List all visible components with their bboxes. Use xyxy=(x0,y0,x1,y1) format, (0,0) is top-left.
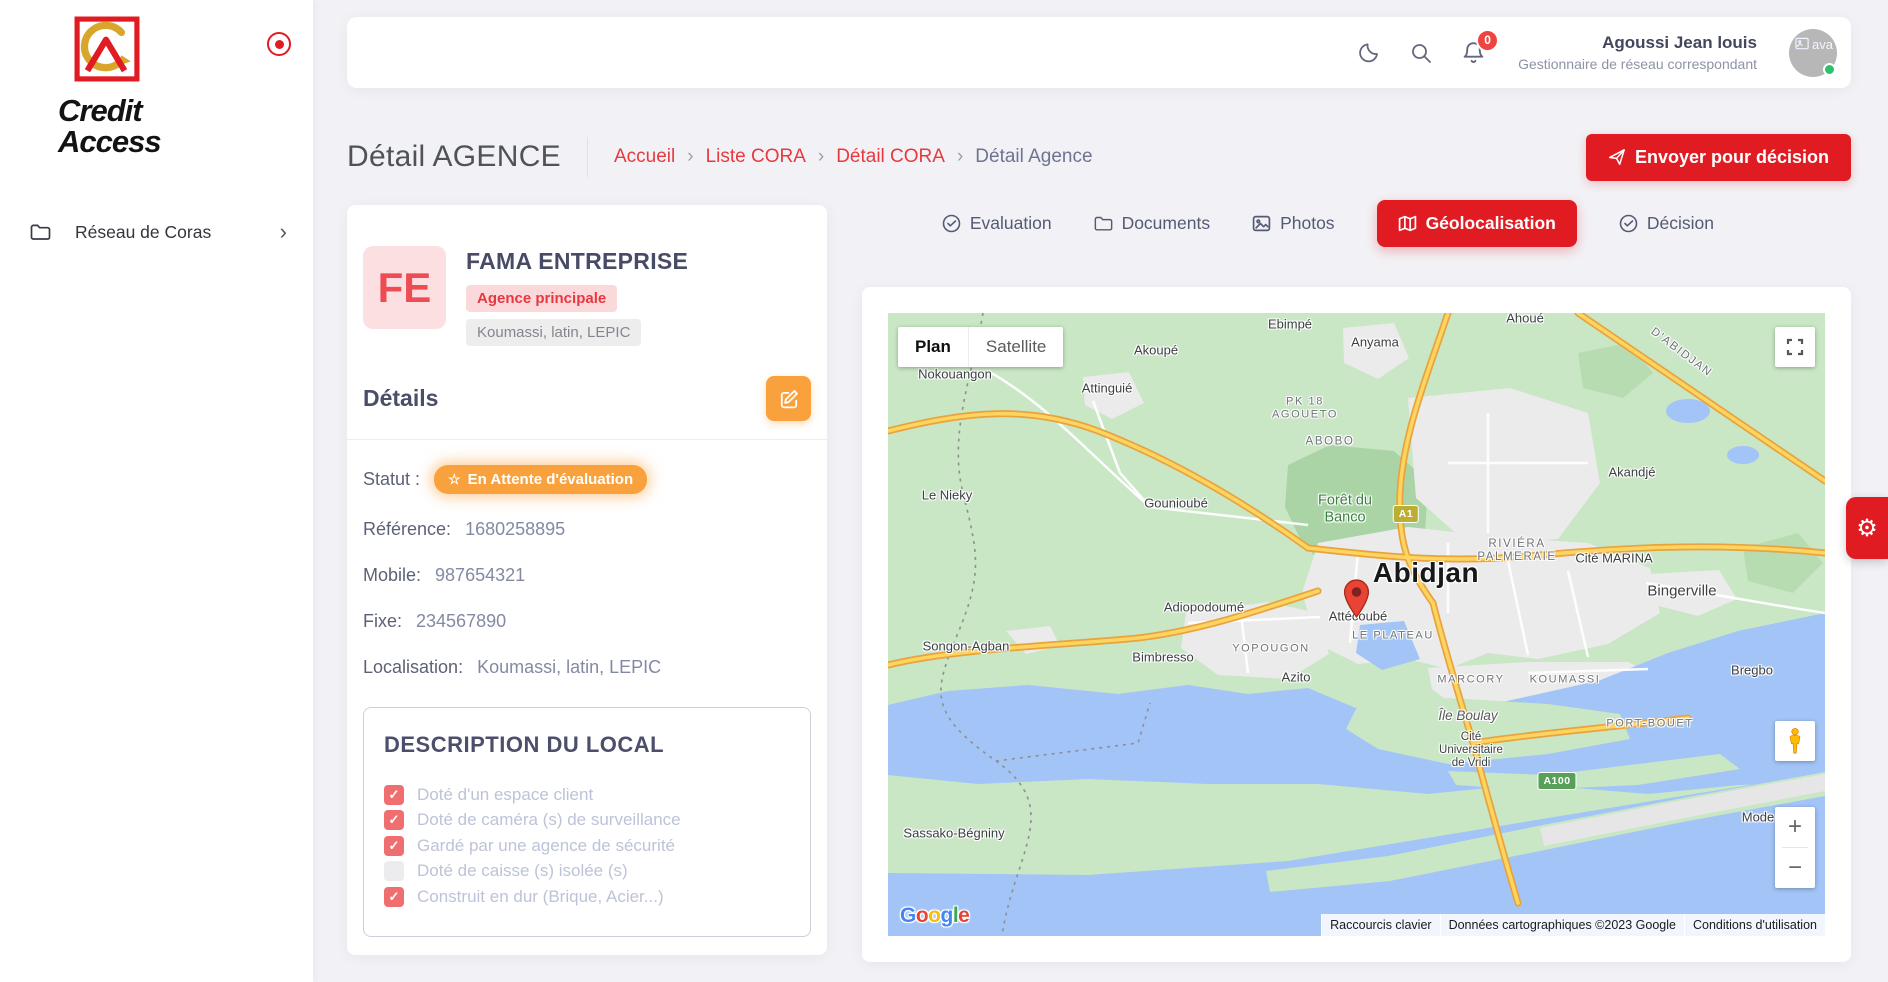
tab-documents[interactable]: Documents xyxy=(1094,213,1211,234)
fullscreen-icon xyxy=(1786,338,1804,356)
checkbox[interactable] xyxy=(384,785,404,805)
map-zoom-control: + − xyxy=(1775,807,1815,888)
field-reference: Référence: 1680258895 xyxy=(347,519,827,540)
main-area: 0 Agoussi Jean louis Gestionnaire de rés… xyxy=(313,0,1888,982)
page-title: Détail AGENCE xyxy=(347,140,561,174)
description-item: Doté de caisse (s) isolée (s) xyxy=(384,859,790,885)
agency-location-badge: Koumassi, latin, LEPIC xyxy=(466,319,641,346)
edit-pencil-icon xyxy=(779,389,799,409)
broken-image-icon xyxy=(1795,37,1810,51)
edit-button[interactable] xyxy=(766,376,811,421)
field-status: Statut : ☆ En Attente d'évaluation xyxy=(347,465,827,494)
chevron-right-icon: › xyxy=(818,146,824,168)
status-badge: ☆ En Attente d'évaluation xyxy=(434,465,647,494)
description-item: Construit en dur (Brique, Acier...) xyxy=(384,884,790,910)
checkbox[interactable] xyxy=(384,887,404,907)
page-head: Détail AGENCE Accueil › Liste CORA › Dét… xyxy=(347,130,1851,184)
check-circle-icon xyxy=(942,214,961,233)
dark-mode-button[interactable] xyxy=(1354,38,1384,68)
breadcrumb-liste-cora[interactable]: Liste CORA xyxy=(706,146,806,168)
map-canvas[interactable]: EbimpéAhouéAnyamaD'ABIDJANAkoupéNokouang… xyxy=(888,313,1825,936)
field-mobile: Mobile: 987654321 xyxy=(347,565,827,586)
agency-card: FE FAMA ENTREPRISE Agence principale Kou… xyxy=(347,205,827,955)
chevron-right-icon: › xyxy=(957,146,963,168)
tab-geolocalisation[interactable]: Géolocalisation xyxy=(1377,200,1577,247)
fullscreen-button[interactable] xyxy=(1775,327,1815,367)
star-icon: ☆ xyxy=(448,471,461,488)
check-circle-icon xyxy=(1619,214,1638,233)
terms-link[interactable]: Conditions d'utilisation xyxy=(1684,914,1825,936)
map-marker-pin[interactable] xyxy=(1343,579,1370,618)
app-logo: Credit Access xyxy=(0,0,313,157)
zoom-out-button[interactable]: − xyxy=(1775,848,1815,888)
gear-icon: ⚙ xyxy=(1856,515,1878,542)
google-logo[interactable]: Google xyxy=(900,904,969,928)
sidebar-item-reseau-de-coras[interactable]: Réseau de Coras › xyxy=(0,209,313,255)
sidebar: Credit Access Réseau de Coras › xyxy=(0,0,313,982)
map-type-satellite-button[interactable]: Satellite xyxy=(968,327,1063,367)
field-localisation: Localisation: Koumassi, latin, LEPIC xyxy=(347,657,827,678)
divider xyxy=(587,137,588,177)
tab-decision[interactable]: Décision xyxy=(1619,213,1714,234)
user-name: Agoussi Jean louis xyxy=(1518,33,1757,53)
breadcrumb-current: Détail Agence xyxy=(975,146,1092,168)
keyboard-shortcuts-link[interactable]: Raccourcis clavier xyxy=(1321,914,1439,936)
map-icon xyxy=(1398,214,1417,233)
field-fixe: Fixe: 234567890 xyxy=(347,611,827,632)
local-description-box: DESCRIPTION DU LOCAL Doté d'un espace cl… xyxy=(363,707,811,937)
map-data-attribution: Données cartographiques ©2023 Google xyxy=(1440,914,1684,936)
agency-name: FAMA ENTREPRISE xyxy=(466,248,688,275)
map-type-control: Plan Satellite xyxy=(898,327,1063,367)
zoom-in-button[interactable]: + xyxy=(1775,807,1815,847)
map-attribution: Raccourcis clavier Données cartographiqu… xyxy=(1321,914,1825,936)
user-meta: Agoussi Jean louis Gestionnaire de résea… xyxy=(1518,33,1757,72)
chevron-right-icon: › xyxy=(687,146,693,168)
checkbox[interactable] xyxy=(384,836,404,856)
topbar: 0 Agoussi Jean louis Gestionnaire de rés… xyxy=(347,17,1851,88)
pegman-icon xyxy=(1786,728,1804,754)
folder-icon xyxy=(30,223,51,241)
tab-evaluation[interactable]: Evaluation xyxy=(942,213,1052,234)
map-card: EbimpéAhouéAnyamaD'ABIDJANAkoupéNokouang… xyxy=(862,287,1851,962)
avatar-alt-text: ava xyxy=(1812,37,1833,52)
notification-count-badge: 0 xyxy=(1476,29,1499,52)
sidebar-item-label: Réseau de Coras xyxy=(75,222,211,243)
description-item: Doté de caméra (s) de surveillance xyxy=(384,808,790,834)
divider xyxy=(347,439,827,440)
tab-photos[interactable]: Photos xyxy=(1252,213,1334,234)
map-artwork xyxy=(888,313,1825,936)
description-item: Gardé par une agence de sécurité xyxy=(384,833,790,859)
online-status-dot xyxy=(1823,63,1836,76)
notifications-button[interactable]: 0 xyxy=(1458,38,1488,68)
image-icon xyxy=(1252,214,1271,233)
avatar[interactable]: ava xyxy=(1789,29,1837,77)
details-title: Détails xyxy=(363,385,438,412)
description-item: Doté d'un espace client xyxy=(384,782,790,808)
map-type-plan-button[interactable]: Plan xyxy=(898,327,968,367)
settings-gear-button[interactable]: ⚙ xyxy=(1846,497,1888,559)
chevron-right-icon: › xyxy=(280,221,287,243)
user-role: Gestionnaire de réseau correspondant xyxy=(1518,56,1757,72)
moon-icon xyxy=(1357,41,1381,65)
checkbox[interactable] xyxy=(384,861,404,881)
search-icon xyxy=(1409,41,1433,65)
local-description-title: DESCRIPTION DU LOCAL xyxy=(384,732,790,758)
app-root: Credit Access Réseau de Coras › xyxy=(0,0,1888,982)
send-icon xyxy=(1608,148,1626,166)
checkbox[interactable] xyxy=(384,810,404,830)
pegman-street-view-button[interactable] xyxy=(1775,721,1815,761)
folder-icon xyxy=(1094,215,1113,232)
search-button[interactable] xyxy=(1406,38,1436,68)
record-icon xyxy=(275,40,284,49)
sidebar-toggle-button[interactable] xyxy=(267,32,291,56)
send-for-decision-button[interactable]: Envoyer pour décision xyxy=(1586,134,1851,181)
agency-type-badge: Agence principale xyxy=(466,285,617,312)
credit-access-logo-icon xyxy=(74,16,140,82)
agency-initials-avatar: FE xyxy=(363,246,446,329)
app-logo-text: Credit Access xyxy=(58,95,313,157)
breadcrumb-detail-cora[interactable]: Détail CORA xyxy=(836,146,945,168)
breadcrumb-accueil[interactable]: Accueil xyxy=(614,146,675,168)
detail-tabs: Evaluation Documents Photos Géolocalisat… xyxy=(942,199,1714,247)
breadcrumb: Accueil › Liste CORA › Détail CORA › Dét… xyxy=(614,146,1093,168)
